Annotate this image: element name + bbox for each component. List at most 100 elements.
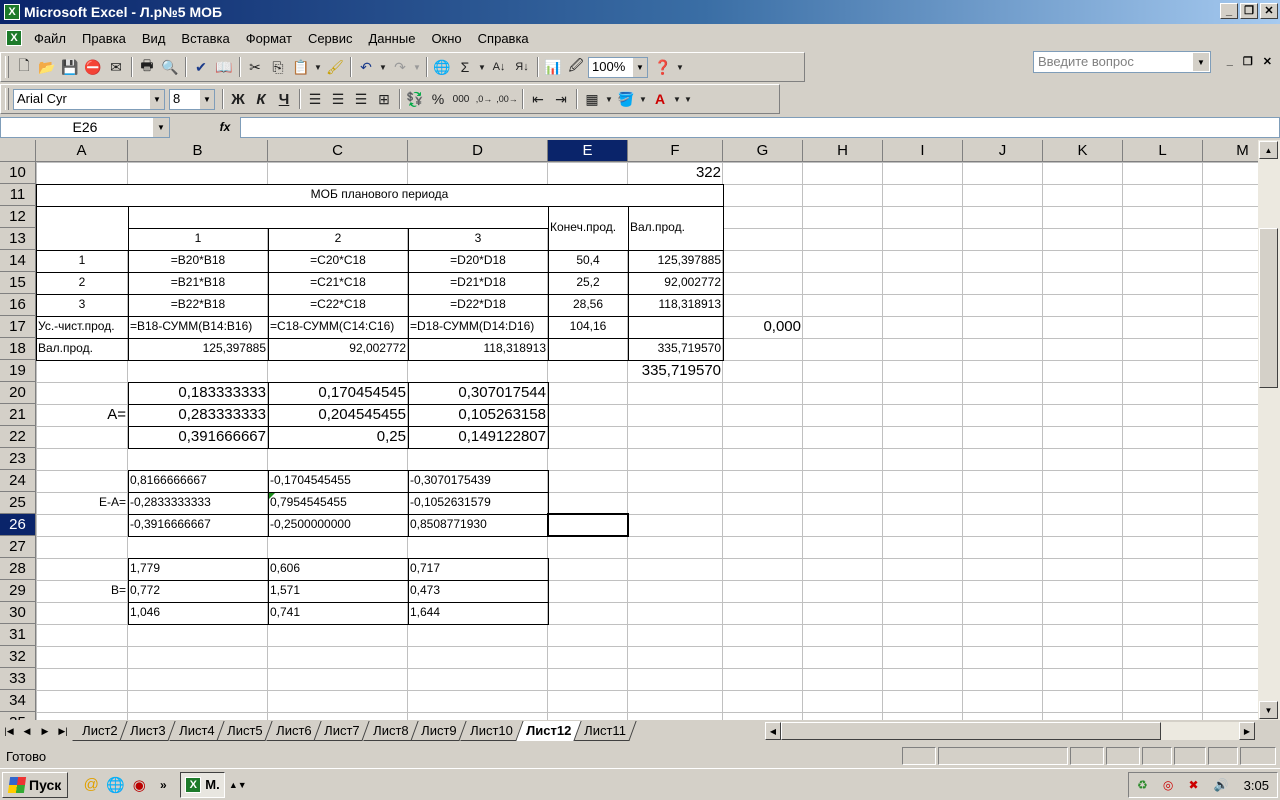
- workbook-icon[interactable]: X: [6, 30, 22, 46]
- tray-app-icon[interactable]: ♻: [1137, 778, 1148, 792]
- chevron-down-icon[interactable]: ▼: [150, 89, 164, 109]
- chevron-down-icon[interactable]: ▼: [200, 89, 214, 109]
- row-header-32[interactable]: 32: [0, 646, 36, 668]
- insert-function-button[interactable]: fx: [210, 120, 240, 134]
- drawing-icon[interactable]: 🖉: [565, 56, 587, 78]
- menu-data[interactable]: Данные: [360, 31, 423, 46]
- undo-dropdown-icon[interactable]: ▼: [378, 56, 388, 78]
- cell-c30[interactable]: 0,741: [268, 602, 408, 624]
- cell-b24[interactable]: 0,8166666667: [128, 470, 268, 492]
- scroll-down-icon[interactable]: ▼: [1259, 701, 1278, 719]
- column-header-i[interactable]: I: [883, 140, 963, 162]
- cell-b26[interactable]: -0,3916666667: [128, 514, 268, 536]
- column-header-a[interactable]: A: [36, 140, 128, 162]
- menu-insert[interactable]: Вставка: [173, 31, 237, 46]
- cut-icon[interactable]: ✂: [244, 56, 266, 78]
- email-client-icon[interactable]: @: [80, 774, 102, 796]
- vertical-scrollbar[interactable]: ▲ ▼: [1258, 140, 1280, 720]
- increase-decimal-icon[interactable]: ,0→: [473, 88, 495, 110]
- chevron-down-icon[interactable]: ▼: [633, 57, 647, 77]
- cell-d14[interactable]: =D20*D18: [408, 250, 548, 272]
- row-header-31[interactable]: 31: [0, 624, 36, 646]
- cell-c22[interactable]: 0,25: [268, 426, 408, 448]
- opera-icon[interactable]: ◉: [128, 774, 150, 796]
- sheet-tab-3[interactable]: Лист4: [169, 721, 226, 741]
- column-header-m[interactable]: M: [1203, 140, 1258, 162]
- cell-d24[interactable]: -0,3070175439: [408, 470, 548, 492]
- sheet-tab-8[interactable]: Лист9: [411, 721, 468, 741]
- row-header-16[interactable]: 16: [0, 294, 36, 316]
- cell-a17[interactable]: Ус.-чист.прод.: [36, 316, 128, 338]
- cell-b28[interactable]: 1,779: [128, 558, 268, 580]
- column-header-d[interactable]: D: [408, 140, 548, 162]
- menu-tools[interactable]: Сервис: [300, 31, 361, 46]
- bold-button[interactable]: Ж: [227, 88, 249, 110]
- active-cell-e26[interactable]: [547, 513, 629, 537]
- cell-d26[interactable]: 0,8508771930: [408, 514, 548, 536]
- print-preview-icon[interactable]: 🔍: [159, 56, 181, 78]
- row-header-34[interactable]: 34: [0, 690, 36, 712]
- menu-window[interactable]: Окно: [423, 31, 469, 46]
- cell-c29[interactable]: 1,571: [268, 580, 408, 602]
- align-left-icon[interactable]: ☰: [304, 88, 326, 110]
- fill-color-icon[interactable]: 🪣: [615, 88, 637, 110]
- borders-icon[interactable]: ▦: [581, 88, 603, 110]
- horizontal-scrollbar[interactable]: ◀ ▶: [765, 722, 1255, 740]
- cell-c21[interactable]: 0,204545455: [268, 404, 408, 426]
- cell-b16[interactable]: =B22*B18: [128, 294, 268, 316]
- column-header-c[interactable]: C: [268, 140, 408, 162]
- sheet-tab-4[interactable]: Лист5: [217, 721, 274, 741]
- sheet-tab-10[interactable]: Лист12: [515, 721, 582, 741]
- italic-button[interactable]: К: [250, 88, 272, 110]
- open-folder-icon[interactable]: 📂: [36, 56, 58, 78]
- fill-dropdown-icon[interactable]: ▼: [638, 88, 648, 110]
- autosum-dropdown-icon[interactable]: ▼: [477, 56, 487, 78]
- cell-a14[interactable]: 1: [36, 250, 128, 272]
- cell-b17[interactable]: =B18-СУММ(B14:B16): [128, 316, 268, 338]
- cell-b21[interactable]: 0,283333333: [128, 404, 268, 426]
- cell-f19[interactable]: 335,719570: [628, 360, 723, 382]
- decrease-indent-icon[interactable]: ⇤: [527, 88, 549, 110]
- doc-restore-button[interactable]: ❐: [1243, 55, 1253, 68]
- spelling-icon[interactable]: ✔: [190, 56, 212, 78]
- undo-icon[interactable]: ↶: [355, 56, 377, 78]
- scroll-right-icon[interactable]: ▶: [1239, 722, 1255, 740]
- select-all-corner[interactable]: [0, 140, 36, 162]
- cell-d22[interactable]: 0,149122807: [408, 426, 548, 448]
- cell-f15[interactable]: 92,002772: [628, 272, 723, 294]
- menu-edit[interactable]: Правка: [74, 31, 134, 46]
- cell-d13[interactable]: 3: [408, 228, 548, 250]
- row-header-25[interactable]: 25: [0, 492, 36, 514]
- save-icon[interactable]: 💾: [59, 56, 81, 78]
- cell-c16[interactable]: =C22*C18: [268, 294, 408, 316]
- decrease-decimal-icon[interactable]: ,00→: [496, 88, 518, 110]
- cell-c20[interactable]: 0,170454545: [268, 382, 408, 404]
- cell-c15[interactable]: =C21*C18: [268, 272, 408, 294]
- cell-c28[interactable]: 0,606: [268, 558, 408, 580]
- cell-a21[interactable]: A=: [36, 404, 128, 426]
- row-header-12[interactable]: 12: [0, 206, 36, 228]
- cell-c17[interactable]: =C18-СУММ(C14:C16): [268, 316, 408, 338]
- scroll-up-icon[interactable]: ▲: [1259, 141, 1278, 159]
- scroll-left-icon[interactable]: ◀: [765, 722, 781, 740]
- format-painter-icon[interactable]: 🖌: [324, 56, 346, 78]
- hscroll-thumb[interactable]: [781, 722, 1161, 740]
- cell-a18[interactable]: Вал.прод.: [36, 338, 128, 360]
- cell-area[interactable]: 322 1 2 3 1 =B20*B18 =C20*C18 =D20*D18 50,4 125,3…: [36, 162, 1258, 720]
- scroll-thumb[interactable]: [1259, 228, 1278, 388]
- browser-icon[interactable]: 🌐: [104, 774, 126, 796]
- paste-dropdown-icon[interactable]: ▼: [313, 56, 323, 78]
- row-header-27[interactable]: 27: [0, 536, 36, 558]
- sheet-tab-1[interactable]: Лист2: [72, 721, 129, 741]
- spreadsheet-grid[interactable]: ABCDEFGHIJKLM 10 11 12 13 14 15 16 17 18 19 20 21 22…: [0, 140, 1258, 720]
- row-header-22[interactable]: 22: [0, 426, 36, 448]
- cell-b14[interactable]: =B20*B18: [128, 250, 268, 272]
- row-header-35[interactable]: 35: [0, 712, 36, 720]
- cell-b18[interactable]: 125,397885: [128, 338, 268, 360]
- chevron-down-icon[interactable]: ▼: [153, 117, 169, 137]
- row-header-11[interactable]: 11: [0, 184, 36, 206]
- email-icon[interactable]: ✉: [105, 56, 127, 78]
- next-sheet-icon[interactable]: ▶: [36, 722, 54, 740]
- column-header-l[interactable]: L: [1123, 140, 1203, 162]
- sheet-tab-11[interactable]: Лист11: [574, 721, 637, 741]
